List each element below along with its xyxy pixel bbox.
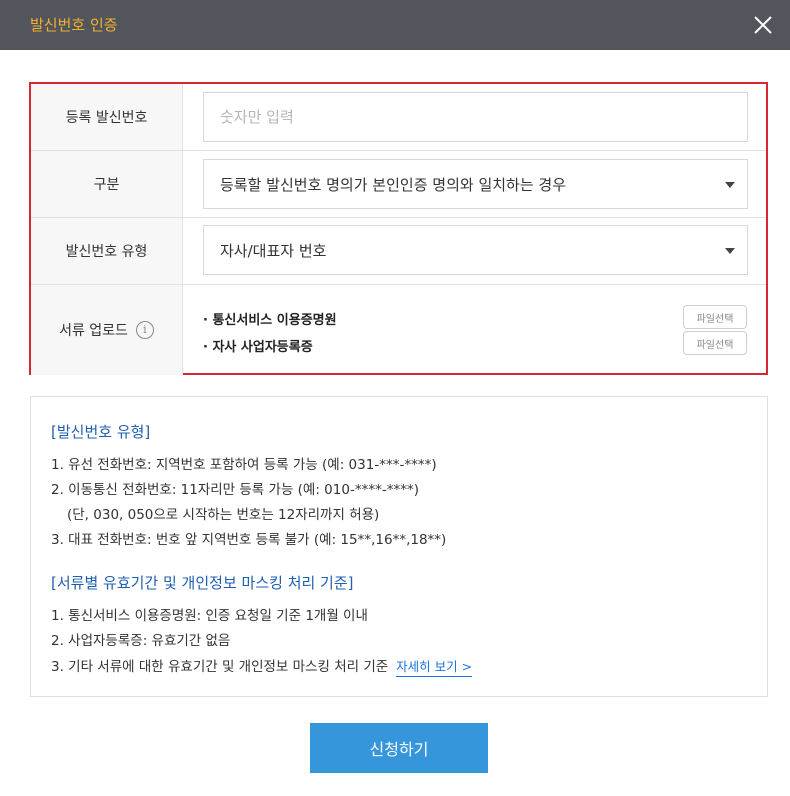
upload-label: 서류 업로드	[59, 323, 128, 339]
type-select[interactable]: 자사/대표자 번호	[203, 225, 748, 275]
doc-item-business: · 자사 사업자등록증	[203, 340, 313, 355]
type-selected-value: 자사/대표자 번호	[220, 242, 327, 260]
row-type: 발신번호 유형 자사/대표자 번호	[31, 218, 766, 285]
upload-label-cell: 서류 업로드 i	[31, 285, 183, 375]
file-select-button-telecom[interactable]: 파일선택	[683, 305, 747, 329]
notice-heading-documents: [서류별 유효기간 및 개인정보 마스킹 처리 기준]	[51, 574, 354, 592]
notice-line-text: 3. 기타 서류에 대한 유효기간 및 개인정보 마스킹 처리 기준	[51, 659, 389, 675]
notice-box: [발신번호 유형] 1. 유선 전화번호: 지역번호 포함하여 등록 가능 (예…	[30, 396, 768, 697]
phone-field-box[interactable]	[203, 92, 748, 142]
verification-form: 등록 발신번호 구분 등록할 발신번호 명의가 본인인증 명의와 일치하는 경우…	[29, 82, 768, 375]
notice-line: 3. 대표 전화번호: 번호 앞 지역번호 등록 불가 (예: 15**,16*…	[51, 532, 447, 548]
dropdown-caret-icon	[725, 182, 735, 188]
row-category: 구분 등록할 발신번호 명의가 본인인증 명의와 일치하는 경우	[31, 151, 766, 218]
notice-line: (단, 030, 050으로 시작하는 번호는 12자리까지 허용)	[67, 507, 380, 523]
dropdown-caret-icon	[725, 248, 735, 254]
notice-line: 1. 통신서비스 이용증명원: 인증 요청일 기준 1개월 이내	[51, 608, 368, 624]
dialog-title: 발신번호 인증	[30, 16, 118, 34]
notice-line: 2. 이동통신 전화번호: 11자리만 등록 가능 (예: 010-****-*…	[51, 482, 419, 498]
notice-line: 2. 사업자등록증: 유효기간 없음	[51, 633, 231, 649]
phone-input[interactable]	[204, 93, 747, 141]
doc-item-telecom: · 통신서비스 이용증명원	[203, 313, 337, 328]
detail-link[interactable]: 자세히 보기 >	[396, 659, 473, 677]
close-icon[interactable]	[750, 12, 776, 38]
file-select-button-business[interactable]: 파일선택	[683, 331, 747, 355]
row-phone: 등록 발신번호	[31, 84, 766, 151]
submit-button[interactable]: 신청하기	[310, 723, 488, 773]
info-icon[interactable]: i	[135, 321, 154, 339]
phone-label: 등록 발신번호	[31, 84, 183, 150]
notice-heading-type: [발신번호 유형]	[51, 423, 151, 441]
category-select[interactable]: 등록할 발신번호 명의가 본인인증 명의와 일치하는 경우	[203, 159, 748, 209]
type-label: 발신번호 유형	[31, 218, 183, 284]
notice-line: 1. 유선 전화번호: 지역번호 포함하여 등록 가능 (예: 031-***-…	[51, 457, 437, 473]
category-label: 구분	[31, 151, 183, 217]
row-upload: 서류 업로드 i · 통신서비스 이용증명원 파일선택 · 자사 사업자등록증 …	[31, 285, 766, 375]
notice-line-with-link: 3. 기타 서류에 대한 유효기간 및 개인정보 마스킹 처리 기준 자세히 보기…	[51, 655, 473, 677]
dialog-header: 발신번호 인증	[0, 0, 790, 50]
category-selected-value: 등록할 발신번호 명의가 본인인증 명의와 일치하는 경우	[220, 176, 567, 194]
